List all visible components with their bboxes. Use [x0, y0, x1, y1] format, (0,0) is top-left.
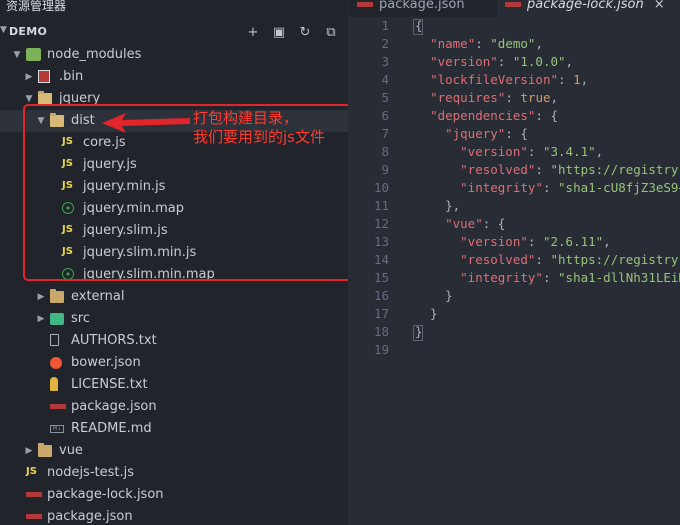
collapse-icon[interactable]: ⧉ [322, 24, 340, 42]
code-line: "version": "2.6.11", [460, 234, 611, 249]
code-line: "jquery": { [445, 126, 528, 141]
code-line: "lockfileVersion": 1, [430, 72, 589, 87]
line-number: 16 [373, 288, 389, 303]
code-line: "dependencies": { [430, 108, 558, 123]
line-number: 7 [381, 126, 389, 141]
close-icon[interactable]: × [654, 0, 665, 12]
line-number: 12 [373, 216, 389, 231]
refresh-icon[interactable]: ↻ [296, 24, 314, 42]
project-header[interactable]: DEMO ▼ + ▣ ↻ ⧉ [0, 24, 348, 44]
tree-folder[interactable]: ▶ vue [0, 440, 348, 462]
tree-item-label: vue [59, 443, 83, 458]
text-file-icon [50, 334, 59, 346]
tree-file[interactable]: package.json [0, 396, 348, 418]
chevron-right-icon[interactable]: ▶ [36, 286, 46, 308]
code-line: "requires": true, [430, 90, 559, 105]
chevron-down-icon[interactable]: ▼ [12, 44, 22, 66]
folder-icon [50, 289, 64, 303]
new-folder-icon[interactable]: ▣ [270, 24, 288, 42]
tree-item-label: external [71, 289, 125, 304]
line-number: 10 [373, 180, 389, 195]
tree-item-label: README.md [71, 421, 152, 436]
chevron-right-icon[interactable]: ▶ [36, 308, 46, 330]
code-line: "integrity": "sha1-dllNh31LEiNE [460, 270, 680, 285]
tree-file[interactable]: bower.json [0, 352, 348, 374]
line-number: 5 [381, 90, 389, 105]
npm-icon [357, 2, 373, 7]
npm-icon [26, 492, 42, 497]
line-number: 14 [373, 252, 389, 267]
line-number: 17 [373, 306, 389, 321]
tree-folder[interactable]: ▼ node_modules [0, 44, 348, 66]
bracket-match-highlight [413, 19, 423, 35]
line-number: 3 [381, 54, 389, 69]
bower-icon [50, 357, 62, 369]
tree-item-label: package.json [71, 399, 157, 414]
tree-item-label: package-lock.json [47, 487, 164, 502]
license-icon [50, 377, 58, 391]
bracket-match-highlight [413, 325, 423, 341]
project-name: DEMO [9, 25, 48, 38]
line-number: 11 [373, 198, 389, 213]
line-number: 13 [373, 234, 389, 249]
tree-file[interactable]: package-lock.json [0, 484, 348, 506]
tree-item-label: LICENSE.txt [71, 377, 148, 392]
npm-icon [26, 514, 42, 519]
tree-file[interactable]: package.json [0, 506, 348, 525]
code-line: "resolved": "https://registry.n [460, 162, 680, 177]
tab-package-lock-json[interactable]: package-lock.json × [497, 0, 680, 17]
line-number: 19 [373, 342, 389, 357]
line-number: 9 [381, 162, 389, 177]
tree-item-label: nodejs-test.js [47, 465, 135, 480]
line-number: 18 [373, 324, 389, 339]
line-number: 15 [373, 270, 389, 285]
code-line: }, [415, 198, 461, 213]
folder-icon [38, 443, 52, 457]
tree-file[interactable]: LICENSE.txt [0, 374, 348, 396]
tree-folder[interactable]: ▶ src [0, 308, 348, 330]
npm-icon [505, 2, 521, 7]
annotation-text: 打包构建目录， 我们要用到的js文件 [193, 109, 325, 146]
tree-file[interactable]: AUTHORS.txt [0, 330, 348, 352]
annotation-arrow-icon [102, 113, 190, 133]
tree-file[interactable]: M↓ README.md [0, 418, 348, 440]
bin-folder-icon [38, 70, 50, 83]
new-file-icon[interactable]: + [244, 24, 262, 42]
code-line: } [415, 288, 453, 303]
chevron-right-icon[interactable]: ▶ [24, 66, 34, 88]
editor-pane: package.json package-lock.json × 1{2 "nam… [349, 0, 680, 525]
file-explorer-sidebar: 资源管理器 DEMO ▼ + ▣ ↻ ⧉ ▼ node_modules ▶ .bin ▼… [0, 0, 348, 525]
line-number: 2 [381, 36, 389, 51]
js-file-icon: JS [26, 466, 37, 477]
tree-folder[interactable]: ▶ external [0, 286, 348, 308]
code-line: "vue": { [445, 216, 506, 231]
tree-file[interactable]: JS nodejs-test.js [0, 462, 348, 484]
code-line: } [415, 306, 438, 321]
markdown-icon: M↓ [50, 425, 64, 433]
line-number: 8 [381, 144, 389, 159]
line-number: 4 [381, 72, 389, 87]
tree-item-label: node_modules [47, 47, 142, 62]
tree-item-label: .bin [59, 69, 84, 84]
tree-item-label: package.json [47, 509, 133, 524]
tree-item-label: src [71, 311, 90, 326]
line-number: 1 [381, 18, 389, 33]
node-modules-icon [26, 48, 41, 61]
tab-bar: package.json package-lock.json × [349, 0, 680, 17]
code-line: "version": "3.4.1", [460, 144, 604, 159]
line-number: 6 [381, 108, 389, 123]
tree-item-label: bower.json [71, 355, 141, 370]
npm-icon [50, 404, 66, 409]
code-line: "name": "demo", [430, 36, 543, 51]
chevron-down-icon: ▼ [0, 25, 7, 35]
explorer-title: 资源管理器 [6, 0, 67, 13]
tab-package-json[interactable]: package.json [357, 0, 487, 17]
chevron-right-icon[interactable]: ▶ [24, 440, 34, 462]
vue-folder-icon [50, 313, 64, 325]
code-line: "version": "1.0.0", [430, 54, 574, 69]
code-line: "integrity": "sha1-cU8fjZ3eS9+l [460, 180, 680, 195]
tree-item-label: AUTHORS.txt [71, 333, 157, 348]
code-line: "resolved": "https://registry.n [460, 252, 680, 267]
tree-folder[interactable]: ▶ .bin [0, 66, 348, 88]
